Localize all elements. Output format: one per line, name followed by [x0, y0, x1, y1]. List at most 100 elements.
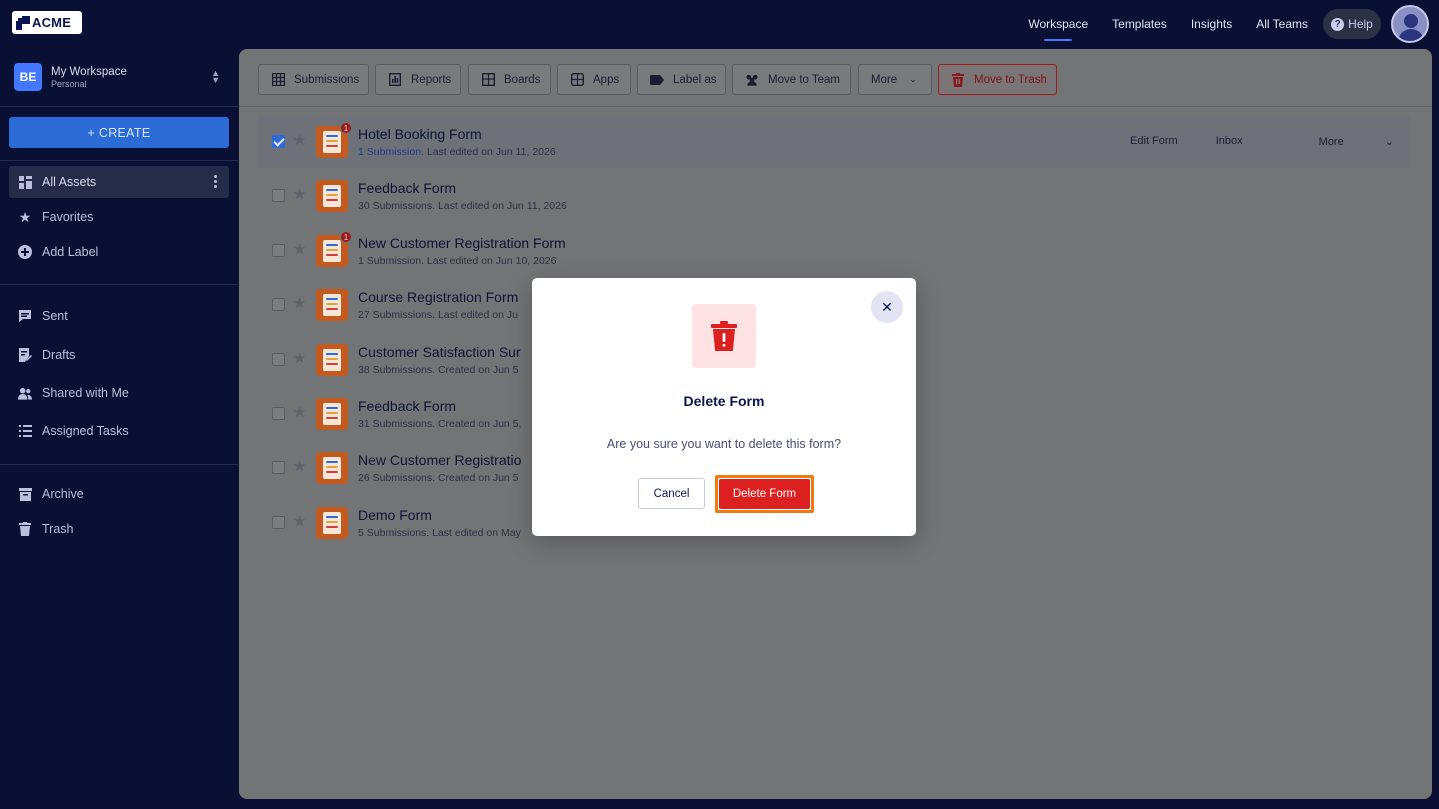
form-title[interactable]: Customer Satisfaction Sur [358, 344, 521, 360]
reports-icon [388, 73, 402, 87]
star-icon[interactable]: ★ [293, 351, 306, 366]
cancel-button[interactable]: Cancel [638, 478, 705, 509]
sidebar-item-label: Archive [42, 487, 84, 501]
sidebar-item-all-assets[interactable]: All Assets [9, 166, 229, 198]
sidebar-item-shared-with-me[interactable]: Shared with Me [9, 377, 229, 409]
star-icon[interactable]: ★ [293, 459, 306, 474]
sidebar-item-favorites[interactable]: ★ Favorites [9, 201, 229, 233]
nav-insights[interactable]: Insights [1191, 0, 1232, 48]
apps-icon [570, 73, 584, 87]
move-to-trash-button[interactable]: Move to Trash [938, 64, 1057, 95]
form-icon [316, 289, 348, 321]
label-as-label: Label as [673, 73, 717, 86]
help-button[interactable]: ? Help [1323, 9, 1381, 39]
help-label: Help [1348, 17, 1373, 31]
form-title[interactable]: Hotel Booking Form [358, 126, 482, 142]
kebab-menu-icon[interactable] [214, 175, 217, 190]
last-edited: . Last edited on Jun 11, 2026 [432, 200, 567, 212]
inbox-button[interactable]: Inbox [1216, 135, 1243, 148]
nav-all-teams[interactable]: All Teams [1256, 0, 1308, 48]
last-edited: . Created on Jun 5 [432, 472, 519, 484]
chevron-down-icon: ⌄ [909, 74, 917, 84]
message-icon [18, 309, 32, 323]
nav-templates[interactable]: Templates [1112, 0, 1167, 48]
star-icon[interactable]: ★ [293, 242, 306, 257]
last-edited: . Last edited on Jun 10, 2026 [421, 255, 557, 267]
sidebar-divider [0, 106, 238, 107]
row-checkbox[interactable] [272, 461, 285, 474]
trash-icon [18, 522, 32, 536]
form-title[interactable]: Course Registration Form [358, 289, 518, 305]
row-actions: Edit Form Inbox More ⌄ [1092, 135, 1394, 148]
row-checkbox[interactable] [272, 407, 285, 420]
logo-text: ACME [32, 15, 72, 30]
star-icon[interactable]: ★ [293, 133, 306, 148]
dialog-title: Delete Form [683, 393, 765, 409]
sidebar-item-drafts[interactable]: Drafts [9, 339, 229, 371]
sidebar-item-archive[interactable]: Archive [9, 478, 229, 510]
row-checkbox[interactable] [272, 516, 285, 529]
form-meta: 31 Submissions. Created on Jun 5, [358, 418, 521, 430]
form-meta: 1 Submission. Last edited on Jun 11, 202… [358, 146, 556, 158]
apps-label: Apps [593, 73, 620, 86]
submission-count: 26 Submissions [358, 472, 433, 484]
users-icon [18, 386, 32, 400]
sidebar-item-assigned-tasks[interactable]: Assigned Tasks [9, 415, 229, 447]
tag-icon [650, 73, 664, 87]
form-row[interactable]: ★ 1 Hotel Booking Form 1 Submission. Last e… [258, 116, 1410, 168]
last-edited: . Last edited on May [426, 527, 521, 539]
workspace-switcher[interactable]: BE My Workspace Personal ▲ ▼ [14, 62, 224, 92]
plus-circle-icon [18, 245, 32, 259]
close-icon[interactable]: ✕ [871, 291, 903, 323]
boards-button[interactable]: Boards [468, 64, 551, 95]
boards-label: Boards [504, 73, 541, 86]
notification-badge: 1 [340, 122, 352, 134]
user-avatar[interactable] [1391, 5, 1429, 43]
star-icon[interactable]: ★ [293, 405, 306, 420]
star-icon[interactable]: ★ [293, 296, 306, 311]
row-checkbox[interactable] [272, 135, 285, 148]
label-as-button[interactable]: Label as [637, 64, 726, 95]
form-icon [316, 398, 348, 430]
form-row[interactable]: ★ Feedback Form 30 Submissions. Last edite… [258, 170, 1410, 222]
row-checkbox[interactable] [272, 353, 285, 366]
form-title[interactable]: Feedback Form [358, 180, 456, 196]
reports-button[interactable]: Reports [375, 64, 461, 95]
star-icon[interactable]: ★ [293, 187, 306, 202]
sidebar-item-sent[interactable]: Sent [9, 300, 229, 332]
acme-logo[interactable]: ACME [12, 11, 82, 34]
submissions-label: Submissions [294, 73, 360, 86]
trash-icon [951, 72, 965, 87]
boards-icon [481, 73, 495, 87]
workspace-text: My Workspace Personal [51, 66, 127, 89]
submission-count: 30 Submissions [358, 200, 433, 212]
form-title[interactable]: Demo Form [358, 507, 432, 523]
move-to-team-button[interactable]: Move to Team [732, 64, 851, 95]
sidebar-item-label: Favorites [42, 210, 94, 224]
apps-button[interactable]: Apps [557, 64, 631, 95]
star-icon[interactable]: ★ [293, 514, 306, 529]
workspace-badge: BE [14, 63, 42, 91]
sidebar-item-trash[interactable]: Trash [9, 513, 229, 545]
submission-count[interactable]: 1 Submission [358, 146, 421, 158]
edit-form-button[interactable]: Edit Form [1130, 135, 1178, 148]
form-row[interactable]: ★ 1 New Customer Registration Form 1 Submis… [258, 225, 1410, 277]
delete-form-button[interactable]: Delete Form [719, 479, 810, 509]
form-meta: 26 Submissions. Created on Jun 5 [358, 472, 519, 484]
avatar-body [1398, 29, 1424, 41]
sidebar-item-label: Assigned Tasks [42, 424, 129, 438]
form-title[interactable]: Feedback Form [358, 398, 456, 414]
submissions-button[interactable]: Submissions [258, 64, 369, 95]
chevron-down-icon: ⌄ [1384, 136, 1394, 148]
sidebar-item-add-label[interactable]: Add Label [9, 236, 229, 268]
row-more-dropdown[interactable]: More ⌄ [1281, 135, 1394, 148]
row-checkbox[interactable] [272, 244, 285, 257]
more-dropdown[interactable]: More ⌄ [858, 64, 932, 95]
nav-workspace[interactable]: Workspace [1028, 0, 1088, 48]
row-checkbox[interactable] [272, 189, 285, 202]
form-title[interactable]: New Customer Registration Form [358, 235, 566, 251]
create-button[interactable]: + CREATE [9, 117, 229, 148]
sidebar-item-label: All Assets [42, 175, 97, 189]
row-checkbox[interactable] [272, 298, 285, 311]
form-title[interactable]: New Customer Registratio [358, 452, 521, 468]
